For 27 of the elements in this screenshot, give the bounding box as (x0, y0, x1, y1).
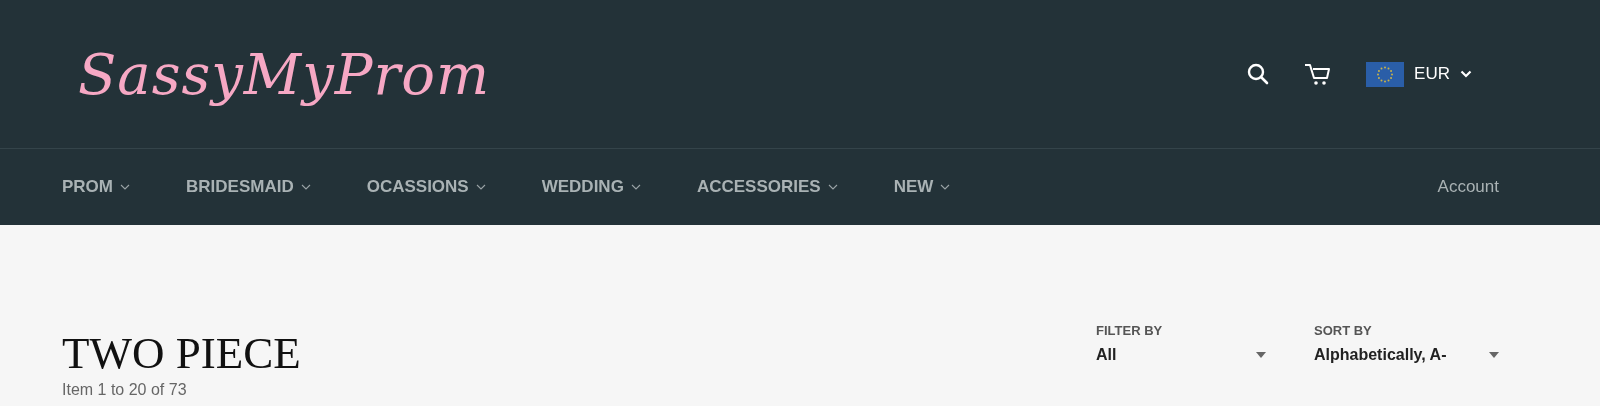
caret-icon (1489, 352, 1499, 358)
caret-icon (940, 184, 951, 190)
search-icon[interactable] (1246, 62, 1271, 86)
nav-item[interactable]: ACCESSORIES (696, 177, 838, 197)
flag-icon (1366, 61, 1405, 87)
caret-icon (120, 184, 130, 190)
logo[interactable]: SassyMyProm (78, 41, 491, 107)
caret-icon (1256, 352, 1266, 358)
collection-title: TWO PIECE (62, 327, 301, 379)
filter-label: FILTER BY (1096, 323, 1164, 338)
nav-item[interactable]: BRIDESMAID (186, 177, 311, 197)
caret-icon (475, 184, 486, 190)
item-count: Item 1 to 20 of 73 (62, 381, 188, 399)
dropdown-select[interactable]: All (1096, 346, 1266, 364)
caret-icon (300, 184, 311, 190)
nav-item[interactable]: OCASSIONS (366, 177, 486, 197)
account-link[interactable]: Account (1437, 177, 1499, 197)
nav-item[interactable]: WEDDING (541, 177, 641, 197)
nav-item[interactable]: NEW (893, 177, 951, 197)
nav-item[interactable]: PROM (62, 177, 130, 197)
filter-label: SORT BY (1314, 323, 1373, 338)
chevron-icon (1460, 70, 1472, 78)
caret-icon (630, 184, 641, 190)
caret-icon (827, 184, 838, 190)
cart-icon[interactable] (1304, 62, 1333, 86)
dropdown-select[interactable]: Alphabetically, A- (1314, 346, 1499, 364)
currency-selector[interactable]: EUR (1366, 61, 1472, 87)
